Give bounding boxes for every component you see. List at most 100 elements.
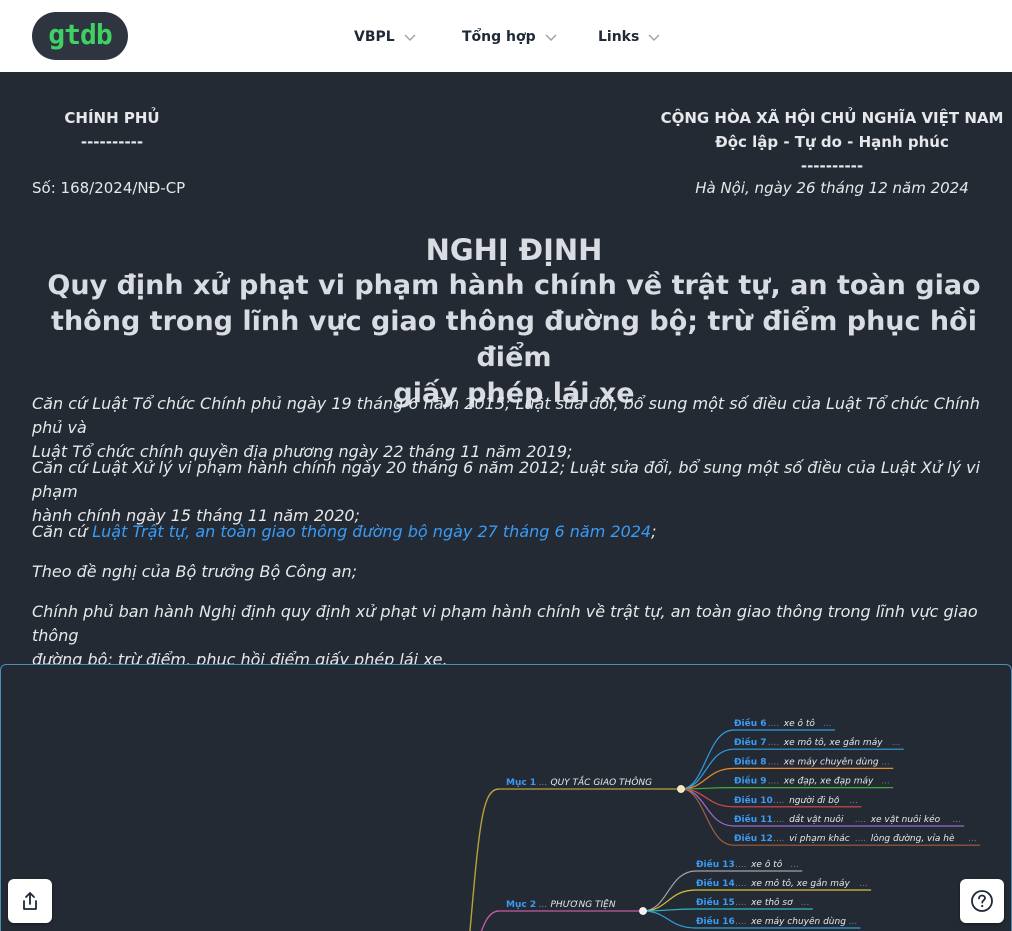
mindmap-canvas[interactable]: Mục 1... QUY TẮC GIAO THÔNG Điều 6.... xe ô…	[1, 665, 1012, 931]
mindmap-ellipsis: ...	[859, 879, 868, 889]
mindmap-item-text: xe ô tô	[750, 859, 783, 870]
mindmap-branch	[680, 729, 735, 790]
national-motto: Độc lập - Tự do - Hạnh phúc	[715, 133, 949, 151]
mindmap-item-text: vi phạm khác	[789, 834, 850, 844]
mindmap-ellipsis: ....	[773, 834, 784, 844]
mindmap-ellipsis: ...	[881, 757, 890, 767]
mindmap-ellipsis: ....	[855, 815, 866, 825]
mindmap-item-text: xe vật nuôi kéo	[870, 814, 941, 825]
mindmap-item-text: xe đạp, xe đạp máy	[783, 777, 874, 787]
help-icon	[971, 890, 993, 912]
mindmap-branch	[642, 889, 697, 912]
national-motto-block: CỘNG HÒA XÃ HỘI CHỦ NGHĨA VIỆT NAM Độc l…	[652, 106, 1012, 178]
nav-menu-label: Links	[598, 29, 640, 45]
mindmap-panel[interactable]: Mục 1... QUY TẮC GIAO THÔNG Điều 6.... xe ô…	[0, 664, 1012, 931]
mindmap-ellipsis: ...	[849, 796, 858, 806]
issuer-name: CHÍNH PHỦ	[64, 109, 160, 127]
mindmap-item-text: xe máy chuyên dùng	[750, 916, 846, 927]
share-button[interactable]	[8, 879, 52, 923]
nav-menu-vbpl[interactable]: VBPL	[354, 26, 417, 48]
chevron-down-icon	[545, 34, 557, 42]
mindmap-ellipsis: ....	[768, 777, 779, 787]
mindmap-ellipsis: ...	[881, 777, 890, 787]
preamble-paragraph: Căn cứ Luật Tổ chức Chính phủ ngày 19 th…	[32, 392, 992, 464]
mindmap-section-label: Mục 2	[506, 900, 536, 910]
mindmap-ellipsis: ....	[768, 757, 779, 767]
mindmap-item-text: xe mô tô, xe gắn máy	[783, 737, 883, 748]
preamble-text: Căn cứ	[32, 522, 93, 541]
mindmap-item-text: lòng đường, vỉa hè	[871, 833, 955, 844]
mindmap-ellipsis: ....	[735, 879, 746, 889]
mindmap-branch	[680, 788, 735, 846]
nav-menu-tong-hop[interactable]: Tổng hợp	[462, 26, 558, 48]
preamble-line: Căn cứ Luật Tổ chức Chính phủ ngày 19 th…	[32, 394, 980, 437]
law-link[interactable]: Luật Trật tự, an toàn giao thông đường b…	[92, 522, 651, 541]
document-subject-line: Quy định xử phạt vi phạm hành chính về t…	[47, 270, 981, 301]
preamble-text: ;	[651, 522, 657, 541]
nav-menu-links[interactable]: Links	[598, 26, 661, 48]
document-number: Số: 168/2024/NĐ-CP	[32, 179, 186, 197]
mindmap-ellipsis: ...	[892, 738, 901, 748]
mindmap-section-title: PHƯƠNG TIỆN	[551, 899, 616, 910]
nav-menu-label: VBPL	[354, 29, 395, 45]
mindmap-item-label: Điều 8	[734, 756, 767, 767]
mindmap-item-text: xe mô tô, xe gắn máy	[750, 878, 850, 889]
mindmap-item-text: xe thô sơ	[750, 897, 793, 908]
mindmap-item-label: Điều 6	[734, 718, 767, 729]
mindmap-item-label: Điều 12	[734, 833, 773, 844]
document-subject-line: thông trong lĩnh vực giao thông đường bộ…	[51, 306, 977, 373]
chevron-down-icon	[404, 34, 416, 42]
issuer-block: CHÍNH PHỦ ----------	[32, 106, 192, 154]
preamble-paragraph: Theo đề nghị của Bộ trưởng Bộ Công an;	[32, 562, 358, 581]
mindmap-ellipsis: ...	[539, 900, 548, 910]
top-nav-bar: gtdb VBPL Tổng hợp Links	[0, 0, 1012, 72]
mindmap-ellipsis: ...	[823, 719, 832, 729]
mindmap-item-text: xe máy chuyên dùng	[783, 756, 879, 767]
mindmap-item-text: dắt vật nuôi	[789, 814, 844, 825]
mindmap-ellipsis: ....	[855, 834, 866, 844]
mindmap-item-label: Điều 7	[734, 737, 767, 748]
mindmap-ellipsis: ...	[790, 860, 799, 870]
mindmap-section-title: QUY TẮC GIAO THÔNG	[551, 775, 653, 788]
preamble-paragraph: Căn cứ Luật Trật tự, an toàn giao thông …	[32, 520, 992, 544]
preamble-paragraph: Căn cứ Luật Xử lý vi phạm hành chính ngà…	[32, 456, 992, 528]
document-type: NGHỊ ĐỊNH	[425, 233, 603, 267]
mindmap-item-label: Điều 15	[696, 897, 735, 908]
preamble-line: Căn cứ Luật Xử lý vi phạm hành chính ngà…	[32, 458, 981, 501]
mindmap-ellipsis: ....	[735, 898, 746, 908]
mindmap-ellipsis: ....	[773, 796, 784, 806]
mindmap-item-label: Điều 14	[696, 878, 735, 889]
preamble-line: Chính phủ ban hành Nghị định quy định xử…	[32, 602, 978, 645]
mindmap-item-label: Điều 13	[696, 859, 735, 870]
issuer-rule: ----------	[80, 133, 144, 151]
mindmap-ellipsis: ....	[768, 738, 779, 748]
mindmap-item-label: Điều 16	[696, 916, 735, 927]
mindmap-ellipsis: ....	[773, 815, 784, 825]
mindmap-ellipsis: ...	[801, 898, 810, 908]
mindmap-item-label: Điều 10	[734, 795, 773, 806]
mindmap-section-label: Mục 1	[506, 778, 536, 788]
mindmap-ellipsis: ....	[735, 917, 746, 927]
preamble-paragraph: Chính phủ ban hành Nghị định quy định xử…	[32, 600, 992, 672]
mindmap-branch	[642, 910, 697, 929]
share-icon	[23, 892, 37, 910]
site-logo[interactable]: gtdb	[32, 12, 128, 60]
mindmap-ellipsis: ....	[768, 719, 779, 729]
mindmap-node	[639, 907, 647, 915]
motto-rule: ----------	[800, 157, 864, 175]
help-button[interactable]	[960, 879, 1004, 923]
mindmap-branch	[469, 788, 500, 931]
mindmap-item-label: Điều 11	[734, 814, 773, 825]
document-date: Hà Nội, ngày 26 tháng 12 năm 2024	[695, 179, 969, 197]
mindmap-ellipsis: ...	[952, 815, 961, 825]
mindmap-branch	[680, 767, 735, 790]
mindmap-ellipsis: ....	[735, 860, 746, 870]
nav-menu-label: Tổng hợp	[462, 29, 536, 45]
mindmap-item-text: xe ô tô	[783, 718, 816, 729]
mindmap-ellipsis: ...	[849, 917, 858, 927]
mindmap-node	[677, 785, 685, 793]
country-name: CỘNG HÒA XÃ HỘI CHỦ NGHĨA VIỆT NAM	[660, 109, 1004, 127]
document-title: NGHỊ ĐỊNH Quy định xử phạt vi phạm hành …	[16, 232, 1012, 412]
chevron-down-icon	[648, 34, 660, 42]
mindmap-ellipsis: ...	[968, 834, 977, 844]
